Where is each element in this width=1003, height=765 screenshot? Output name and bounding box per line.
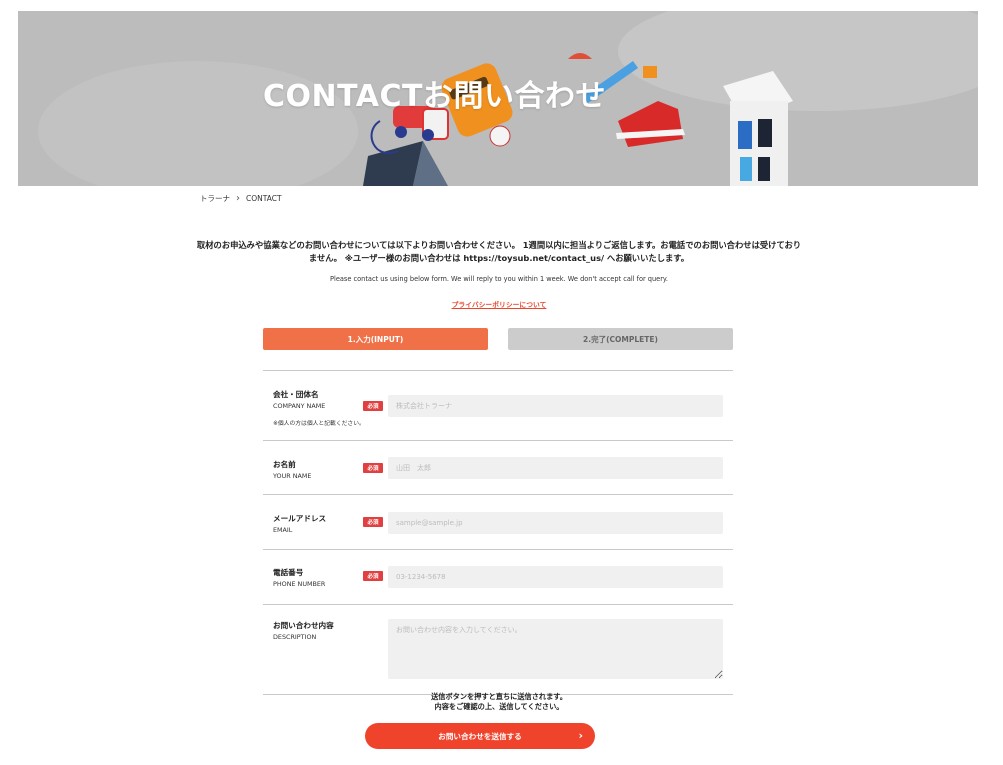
intro-text-jp: 取材のお申込みや協業などのお問い合わせについては以下よりお問い合わせください。 … <box>196 240 802 263</box>
company-note: ※個人の方は個人と記載ください。 <box>273 421 365 427</box>
required-badge: 必須 <box>363 517 383 527</box>
page-title: CONTACTお問い合わせ <box>263 79 606 114</box>
form-row-company: 会社・団体名 COMPANY NAME ※個人の方は個人と記載ください。 必須 <box>263 370 733 440</box>
form-row-name: お名前 YOUR NAME 必須 <box>263 440 733 494</box>
breadcrumb-current: CONTACT <box>246 194 282 203</box>
privacy-policy-link[interactable]: プライバシーポリシーについて <box>396 299 602 309</box>
submit-note-line2: 内容をご確認の上、送信してください。 <box>434 702 564 711</box>
required-badge: 必須 <box>363 401 383 411</box>
submit-button[interactable]: お問い合わせを送信する › <box>365 723 595 749</box>
chevron-right-icon: › <box>236 192 240 204</box>
breadcrumb-home-link[interactable]: トラーナ <box>200 193 230 204</box>
email-input[interactable] <box>388 512 723 534</box>
form-row-phone: 電話番号 PHONE NUMBER 必須 <box>263 549 733 604</box>
description-textarea[interactable] <box>388 619 723 679</box>
required-badge: 必須 <box>363 463 383 473</box>
required-badge: 必須 <box>363 571 383 581</box>
email-label: メールアドレス <box>273 514 327 523</box>
phone-label: 電話番号 <box>273 568 304 577</box>
intro-text-en: Please contact us using below form. We w… <box>330 275 668 283</box>
breadcrumb: トラーナ › CONTACT <box>200 193 282 204</box>
description-label-en: DESCRIPTION <box>273 633 317 641</box>
step-input: 1.入力(INPUT) <box>263 328 488 350</box>
company-label-en: COMPANY NAME <box>273 402 326 410</box>
name-input[interactable] <box>388 457 723 479</box>
form-row-description: お問い合わせ内容 DESCRIPTION <box>263 604 733 695</box>
contact-form: 会社・団体名 COMPANY NAME ※個人の方は個人と記載ください。 必須 … <box>263 370 733 695</box>
submit-note-line1: 送信ボタンを押すと直ちに送信されます。 <box>431 692 567 701</box>
name-label: お名前 <box>273 460 296 469</box>
company-name-input[interactable] <box>388 395 723 417</box>
submit-note: 送信ボタンを押すと直ちに送信されます。 内容をご確認の上、送信してください。 <box>396 692 602 712</box>
company-label: 会社・団体名 <box>273 390 319 399</box>
name-label-en: YOUR NAME <box>273 472 312 480</box>
submit-button-label: お問い合わせを送信する <box>438 731 522 741</box>
phone-input[interactable] <box>388 566 723 588</box>
description-label: お問い合わせ内容 <box>273 621 334 630</box>
form-row-email: メールアドレス EMAIL 必須 <box>263 494 733 549</box>
step-complete: 2.完了(COMPLETE) <box>508 328 733 350</box>
chevron-right-icon: › <box>578 729 583 742</box>
phone-label-en: PHONE NUMBER <box>273 580 326 588</box>
hero-banner: CONTACTお問い合わせ <box>18 11 978 186</box>
email-label-en: EMAIL <box>273 526 293 534</box>
